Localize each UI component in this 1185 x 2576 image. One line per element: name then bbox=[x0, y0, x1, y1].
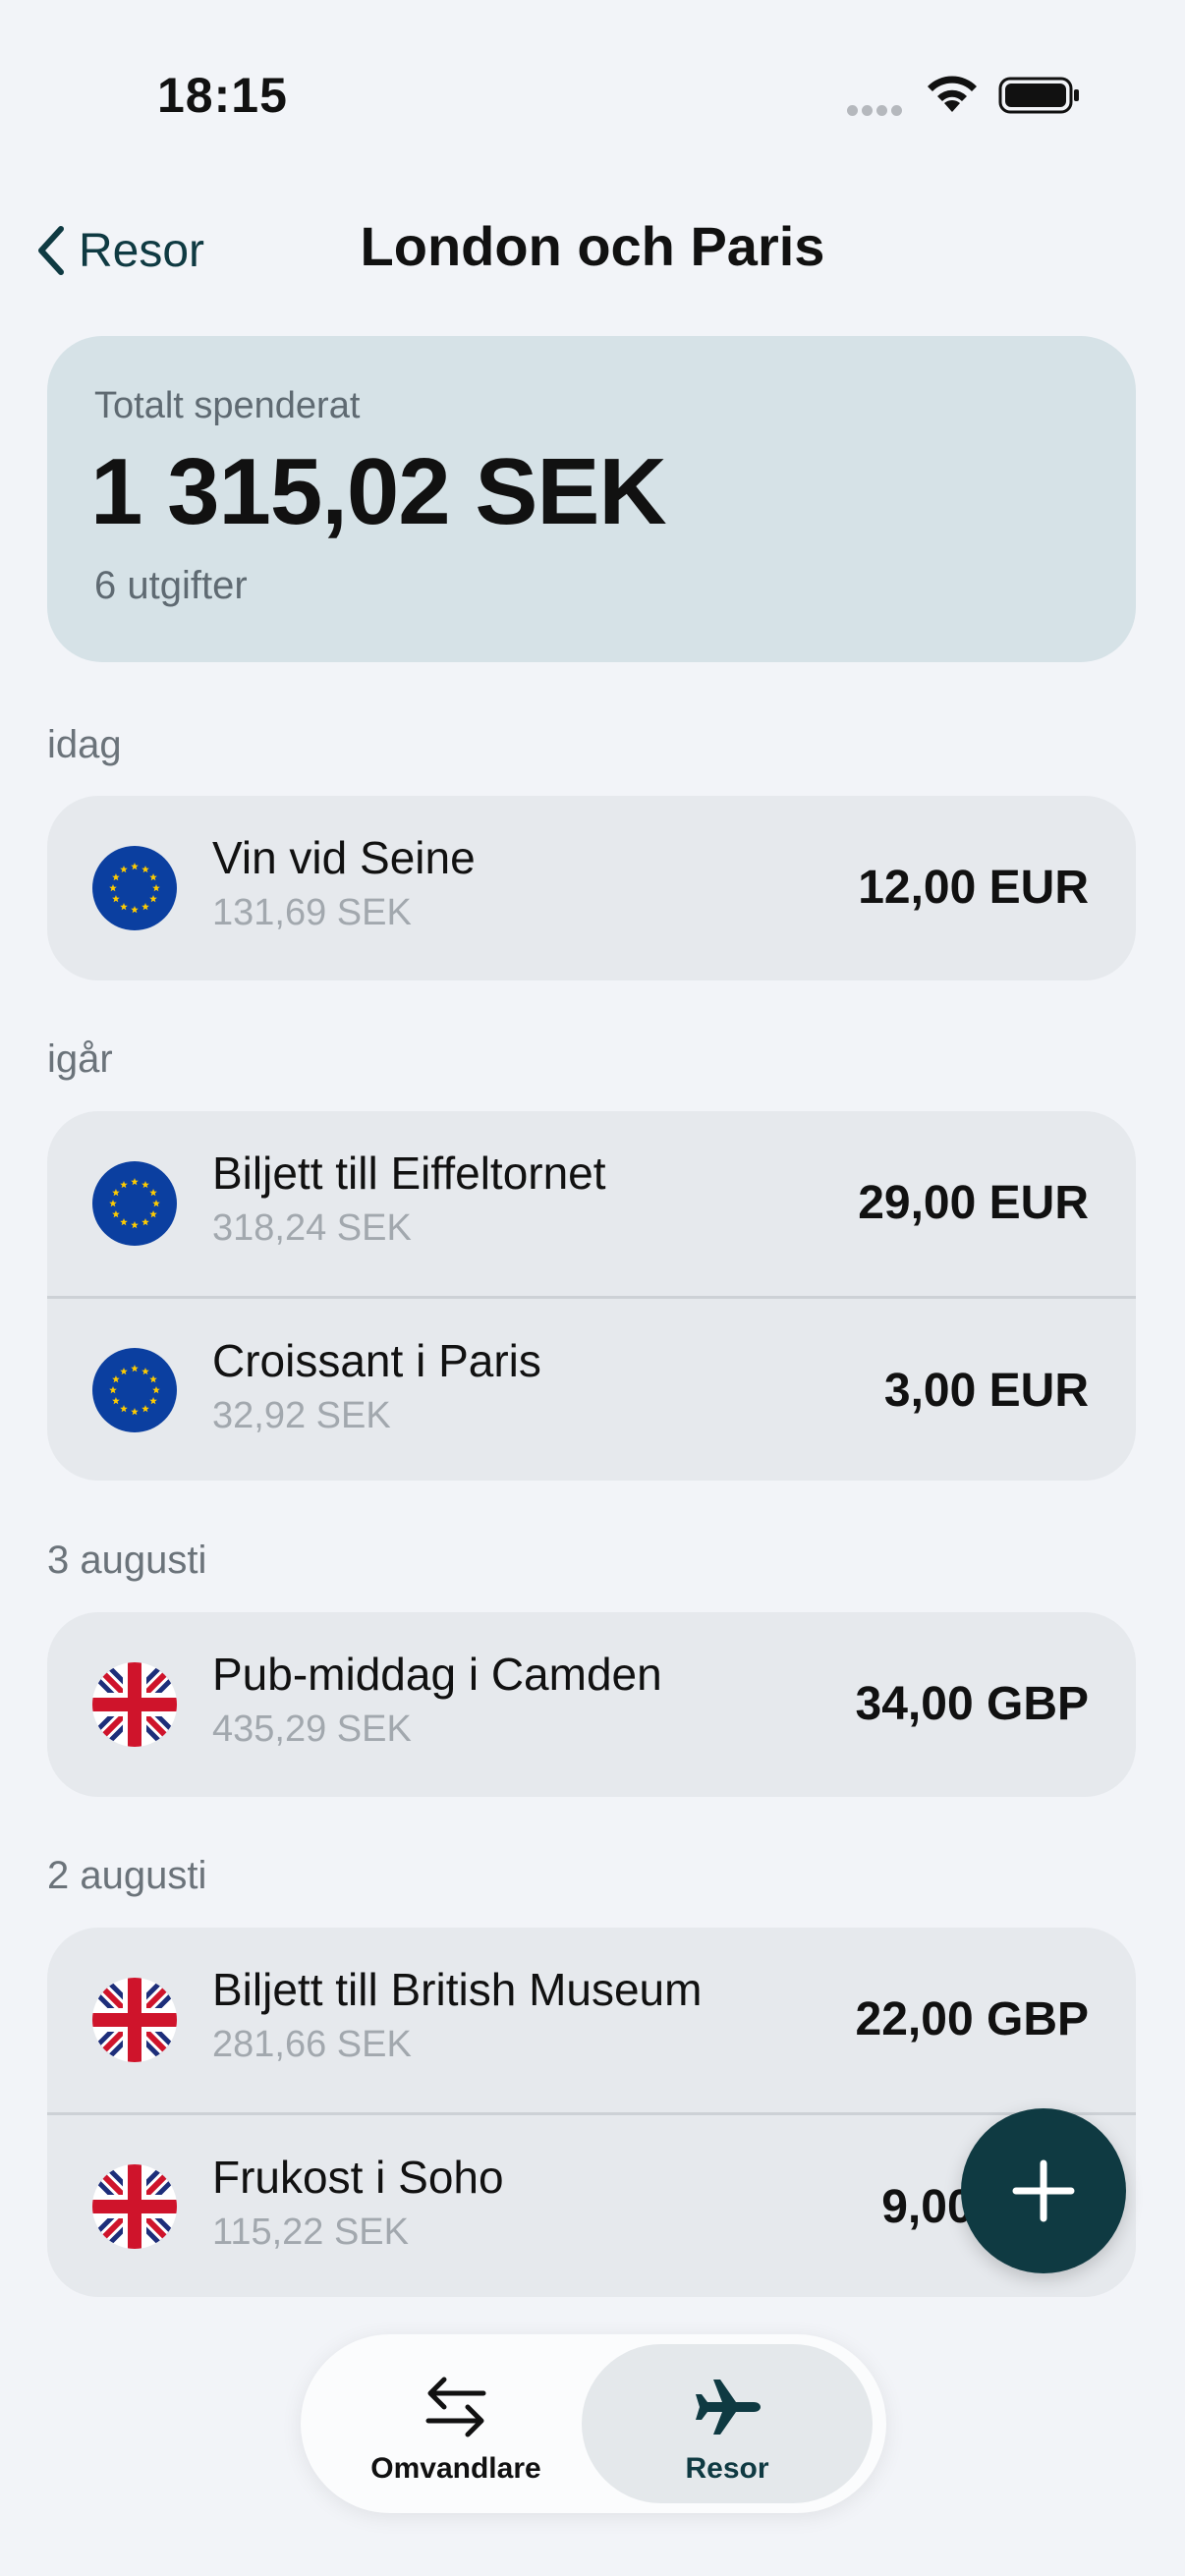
uk-flag-icon bbox=[92, 2163, 177, 2249]
section-header-today: idag bbox=[47, 723, 122, 766]
expense-converted-amount: 318,24 SEK bbox=[212, 1207, 412, 1249]
uk-flag-icon bbox=[92, 1978, 177, 2062]
status-bar: 18:15 bbox=[0, 0, 1185, 187]
plus-icon bbox=[1012, 2159, 1075, 2222]
expense-group-today: Vin vid Seine 131,69 SEK 12,00 EUR bbox=[47, 796, 1136, 980]
expense-amount: 12,00 EUR bbox=[858, 862, 1089, 914]
expense-title: Biljett till Eiffeltornet bbox=[212, 1148, 606, 1199]
expense-title: Vin vid Seine bbox=[212, 832, 476, 883]
expense-converted-amount: 115,22 SEK bbox=[212, 2212, 410, 2253]
eu-flag-icon bbox=[92, 1161, 177, 1246]
expense-converted-amount: 32,92 SEK bbox=[212, 1395, 391, 1436]
swap-arrows-icon bbox=[425, 2377, 486, 2437]
expense-converted-amount: 131,69 SEK bbox=[212, 892, 412, 933]
expense-title: Pub-middag i Camden bbox=[212, 1649, 662, 1700]
expense-row[interactable]: Vin vid Seine 131,69 SEK 12,00 EUR bbox=[47, 796, 1136, 980]
expense-group-aug-2: Biljett till British Museum 281,66 SEK 2… bbox=[47, 1928, 1136, 2297]
tab-trips[interactable]: Resor bbox=[582, 2344, 873, 2503]
expense-amount: 22,00 GBP bbox=[855, 1993, 1089, 2045]
expense-title: Croissant i Paris bbox=[212, 1335, 541, 1386]
expense-row[interactable]: Biljett till Eiffeltornet 318,24 SEK 29,… bbox=[47, 1111, 1136, 1296]
wifi-icon bbox=[928, 76, 977, 112]
expense-group-aug-3: Pub-middag i Camden 435,29 SEK 34,00 GBP bbox=[47, 1612, 1136, 1797]
expense-row[interactable]: Croissant i Paris 32,92 SEK 3,00 EUR bbox=[47, 1296, 1136, 1481]
cellular-signal-icon bbox=[847, 103, 908, 116]
section-header-yesterday: igår bbox=[47, 1037, 113, 1081]
eu-flag-icon bbox=[92, 1347, 177, 1432]
total-summary-card: Totalt spenderat 1 315,02 SEK 6 utgifter bbox=[47, 336, 1136, 662]
summary-label: Totalt spenderat bbox=[94, 385, 361, 426]
expense-converted-amount: 435,29 SEK bbox=[212, 1708, 412, 1750]
expense-count: 6 utgifter bbox=[94, 564, 248, 607]
expense-title: Biljett till British Museum bbox=[212, 1964, 703, 2015]
battery-icon bbox=[998, 77, 1079, 114]
expense-amount: 29,00 EUR bbox=[858, 1177, 1089, 1229]
expense-amount: 3,00 EUR bbox=[883, 1365, 1089, 1417]
uk-flag-icon bbox=[92, 1662, 177, 1747]
expense-row[interactable]: Pub-middag i Camden 435,29 SEK 34,00 GBP bbox=[47, 1612, 1136, 1797]
expense-group-yesterday: Biljett till Eiffeltornet 318,24 SEK 29,… bbox=[47, 1111, 1136, 1481]
tab-converter[interactable]: Omvandlare bbox=[310, 2344, 601, 2503]
section-header-aug-3: 3 augusti bbox=[47, 1539, 207, 1582]
tab-label: Resor bbox=[685, 2452, 769, 2485]
page-title: London och Paris bbox=[360, 215, 825, 277]
expense-converted-amount: 281,66 SEK bbox=[212, 2024, 412, 2065]
add-expense-button[interactable] bbox=[961, 2108, 1126, 2273]
section-header-aug-2: 2 augusti bbox=[47, 1854, 207, 1897]
expense-amount: 34,00 GBP bbox=[855, 1678, 1089, 1730]
airplane-icon bbox=[696, 2380, 761, 2435]
status-time: 18:15 bbox=[157, 68, 288, 123]
expense-title: Frukost i Soho bbox=[212, 2152, 504, 2203]
tab-bar: Omvandlare Resor bbox=[301, 2334, 886, 2513]
total-amount: 1 315,02 SEK bbox=[90, 439, 667, 544]
expense-row[interactable]: Biljett till British Museum 281,66 SEK 2… bbox=[47, 1928, 1136, 2112]
tab-label: Omvandlare bbox=[370, 2452, 541, 2485]
eu-flag-icon bbox=[92, 846, 177, 930]
